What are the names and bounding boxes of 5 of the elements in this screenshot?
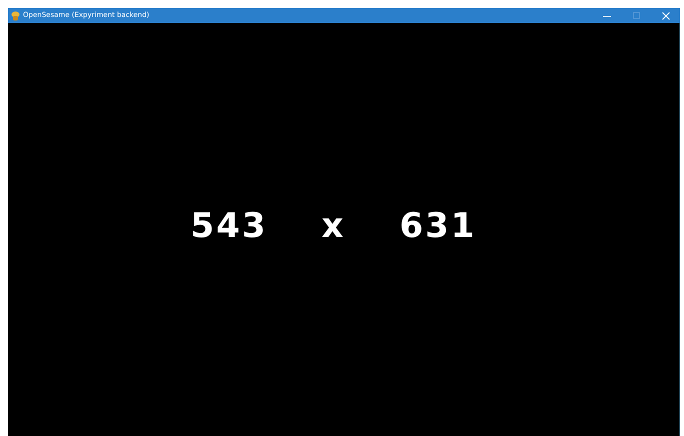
- stimulus-text: 543: [190, 208, 268, 242]
- close-icon[interactable]: [662, 12, 670, 20]
- app-icon: [11, 10, 20, 20]
- stimulus-text: 631: [399, 208, 476, 242]
- stimulus-text: x: [322, 208, 346, 242]
